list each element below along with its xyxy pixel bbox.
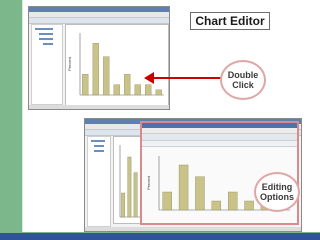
callout-double-click: Double Click — [220, 60, 266, 100]
tree-item[interactable] — [91, 140, 105, 142]
callout-line-1: Editing — [261, 182, 293, 192]
arrow-head-icon — [144, 72, 154, 84]
callout-line-2: Click — [232, 80, 254, 90]
bar-6[interactable] — [244, 200, 254, 211]
arrow-line — [150, 77, 222, 79]
callout-line-1: Double — [227, 70, 259, 80]
bar-5[interactable] — [124, 74, 131, 96]
bar-1[interactable] — [121, 192, 126, 218]
tree-item[interactable] — [39, 33, 53, 35]
bar-chart-1[interactable]: Percent — [66, 25, 168, 105]
slide-left-band — [0, 0, 22, 240]
chart-editor-toolbar-secondary[interactable] — [142, 141, 297, 147]
bar-7[interactable] — [145, 84, 152, 96]
tree-item[interactable] — [94, 150, 104, 152]
bar-1[interactable] — [82, 74, 89, 96]
spss-output-window: Percent — [28, 6, 170, 110]
callout-editing-options: Editing Options — [254, 172, 300, 212]
bar-1[interactable] — [162, 191, 172, 211]
tree-item[interactable] — [39, 38, 53, 40]
bar-8[interactable] — [155, 89, 162, 96]
bar-4[interactable] — [211, 200, 222, 211]
slide-bottom-bar — [0, 233, 320, 240]
bar-6[interactable] — [134, 84, 141, 96]
bar-2[interactable] — [92, 43, 99, 96]
slide-title: Chart Editor — [190, 12, 270, 30]
tree-item[interactable] — [43, 43, 53, 45]
tree-item[interactable] — [94, 145, 104, 147]
y-axis-label: Percent — [146, 175, 151, 190]
output-outline-tree[interactable] — [31, 24, 63, 105]
bar-3[interactable] — [133, 172, 138, 218]
bar-2[interactable] — [178, 164, 189, 211]
y-axis-label: Percent — [67, 56, 72, 71]
bar-5[interactable] — [227, 191, 238, 211]
bar-3[interactable] — [103, 56, 110, 96]
bar-4[interactable] — [113, 84, 120, 96]
output-chart[interactable]: Percent — [65, 24, 169, 106]
bar-3[interactable] — [195, 176, 205, 211]
tree-item[interactable] — [35, 28, 53, 30]
window-statusbar — [85, 227, 301, 231]
bar-2[interactable] — [127, 156, 132, 218]
chart-editor-toolbar[interactable] — [142, 134, 297, 141]
slide-left-band-edge — [22, 0, 23, 240]
callout-line-2: Options — [260, 192, 294, 202]
output-outline-tree[interactable] — [87, 136, 111, 227]
window-statusbar — [29, 105, 169, 109]
